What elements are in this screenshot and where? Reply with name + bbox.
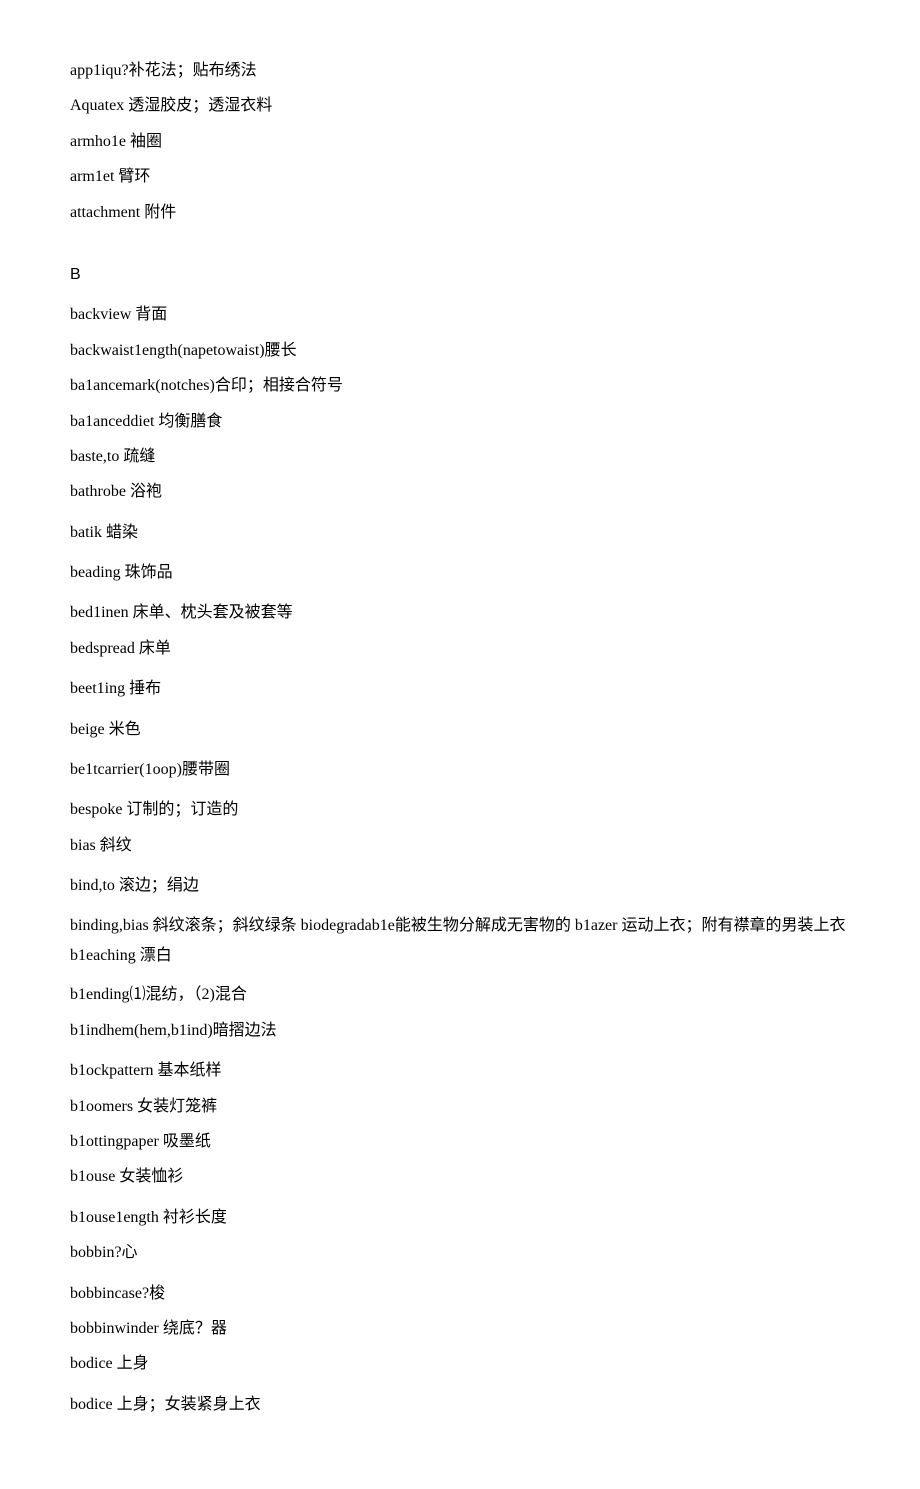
glossary-entry: beige 米色 bbox=[70, 719, 850, 741]
glossary-entry: b1ouse1ength 衬衫长度 bbox=[70, 1207, 850, 1229]
glossary-entry: arm1et 臂环 bbox=[70, 166, 850, 188]
glossary-entry: ba1ancemark(notches)合印；相接合符号 bbox=[70, 375, 850, 397]
glossary-entry: b1ending⑴混纺，（2)混合 bbox=[70, 984, 850, 1006]
glossary-entry: armho1e 袖圈 bbox=[70, 131, 850, 153]
glossary-entry: bobbin?心 bbox=[70, 1242, 850, 1264]
glossary-entry: b1ottingpaper 吸墨纸 bbox=[70, 1131, 850, 1153]
glossary-entry: b1oomers 女装灯笼裤 bbox=[70, 1096, 850, 1118]
glossary-entry: bathrobe 浴袍 bbox=[70, 481, 850, 503]
glossary-entry: app1iqu?补花法；贴布绣法 bbox=[70, 60, 850, 82]
glossary-entry: bodice 上身 bbox=[70, 1353, 850, 1375]
glossary-entry: bespoke 订制的；订造的 bbox=[70, 799, 850, 821]
glossary-entry: bobbincase?梭 bbox=[70, 1283, 850, 1305]
glossary-entry: Aquatex 透湿胶皮；透湿衣料 bbox=[70, 95, 850, 117]
glossary-entry: attachment 附件 bbox=[70, 202, 850, 224]
glossary-entry: bodice 上身；女装紧身上衣 bbox=[70, 1394, 850, 1416]
glossary-entry: b1indhem(hem,b1ind)暗摺边法 bbox=[70, 1020, 850, 1042]
glossary-entry: bobbinwinder 绕底？器 bbox=[70, 1318, 850, 1340]
glossary-entry: b1ouse 女装恤衫 bbox=[70, 1166, 850, 1188]
glossary-entry: bind,to 滚边；绢边 bbox=[70, 875, 850, 897]
glossary-entry: batik 蜡染 bbox=[70, 522, 850, 544]
glossary-entry: beet1ing 捶布 bbox=[70, 678, 850, 700]
glossary-entry: ba1anceddiet 均衡膳食 bbox=[70, 411, 850, 433]
glossary-entry: b1ockpattern 基本纸样 bbox=[70, 1060, 850, 1082]
glossary-entry: bedspread 床单 bbox=[70, 638, 850, 660]
glossary-entry: be1tcarrier(1oop)腰带圈 bbox=[70, 759, 850, 781]
glossary-entry: bed1inen 床单、枕头套及被套等 bbox=[70, 602, 850, 624]
glossary-entry: baste,to 疏缝 bbox=[70, 446, 850, 468]
glossary-entry: binding,bias 斜纹滚条；斜纹绿条 biodegradab1e能被生物… bbox=[70, 911, 850, 972]
glossary-entry: backview 背面 bbox=[70, 304, 850, 326]
glossary-entry: bias 斜纹 bbox=[70, 835, 850, 857]
glossary-entry: beading 珠饰品 bbox=[70, 562, 850, 584]
glossary-entry: backwaist1ength(napetowaist)腰长 bbox=[70, 340, 850, 362]
glossary-entry: B bbox=[70, 264, 850, 286]
